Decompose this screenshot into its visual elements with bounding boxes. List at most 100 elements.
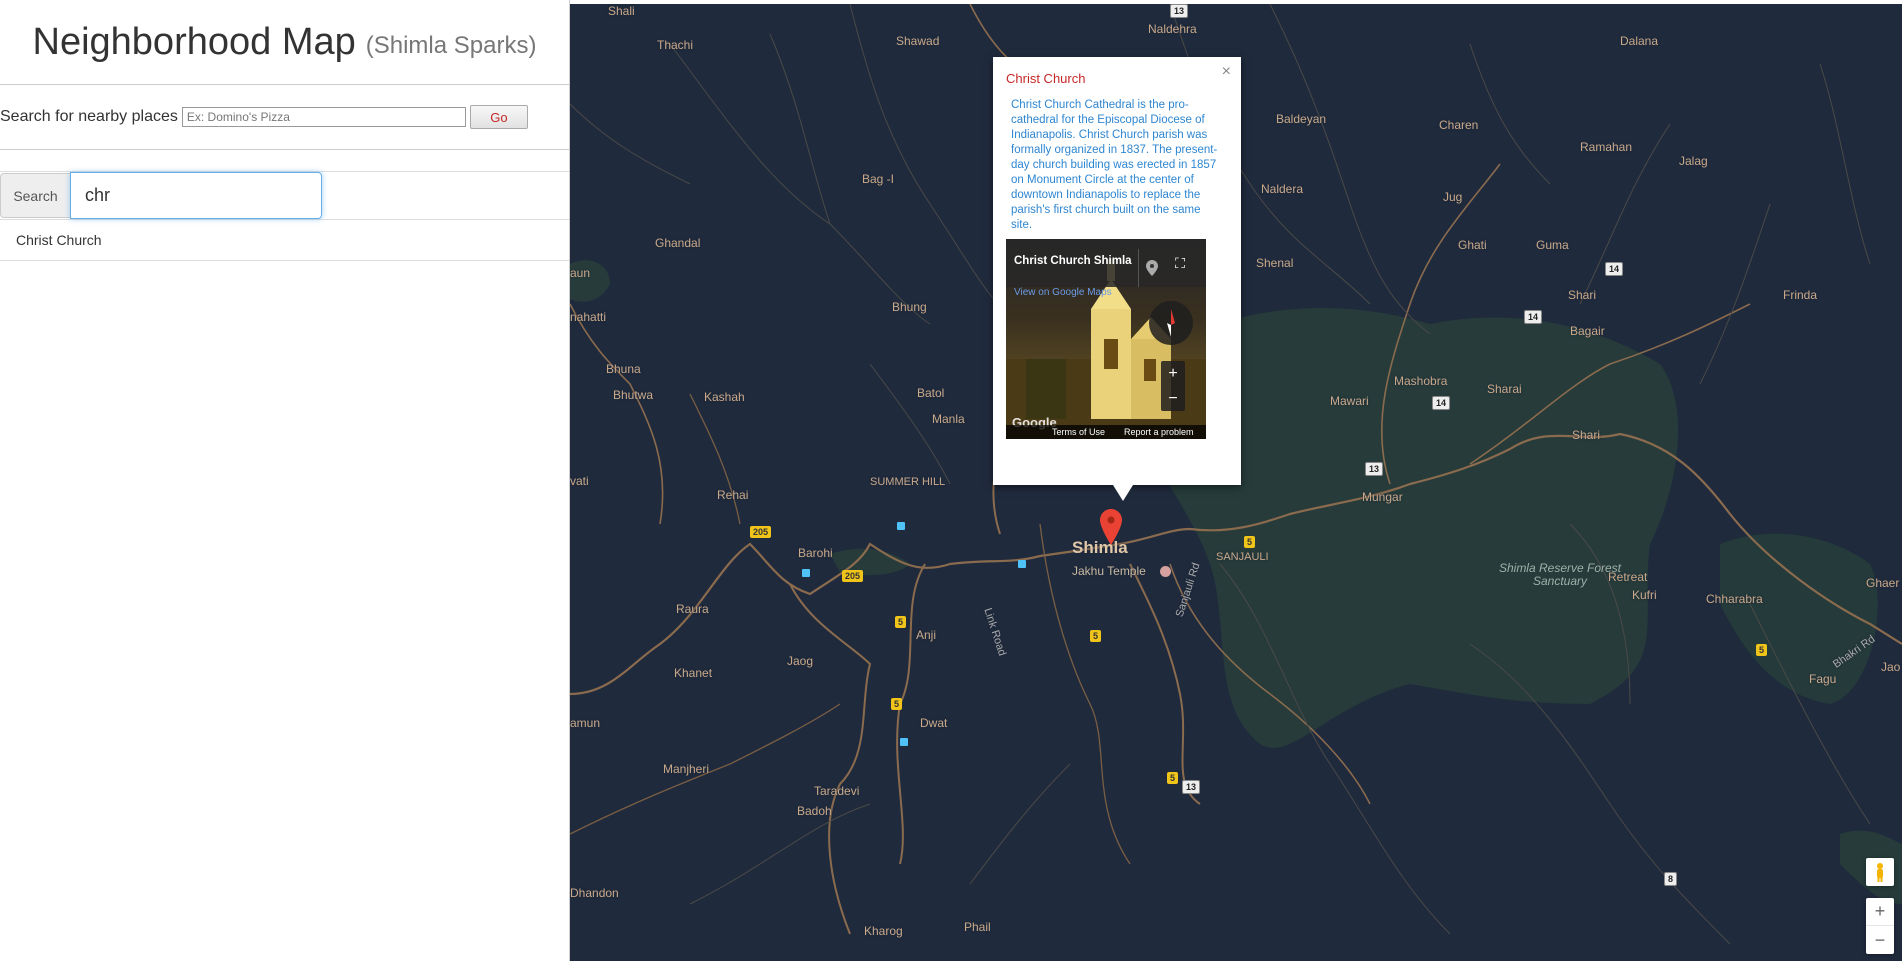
place-label: Dalana <box>1620 34 1659 48</box>
place-label: Raura <box>676 602 709 616</box>
temple-icon <box>1160 566 1171 577</box>
place-label: Jalag <box>1679 154 1708 168</box>
place-label: Sharai <box>1487 382 1522 396</box>
street-view-panorama[interactable]: Christ Church Shimla View on Google Maps… <box>1006 239 1206 439</box>
street-view-zoom-in-button[interactable]: + <box>1161 361 1185 386</box>
pegman-icon[interactable] <box>1866 858 1894 886</box>
forest-label: Shimla Reserve Forest Sanctuary <box>1498 561 1622 588</box>
compass-icon[interactable] <box>1149 301 1193 345</box>
highway-shield: 13 <box>1365 462 1384 476</box>
place-label: Bhuna <box>606 362 641 376</box>
place-label: Thachi <box>657 38 694 52</box>
street-view-title: Christ Church Shimla <box>1014 255 1132 267</box>
place-label: Kharog <box>864 924 903 938</box>
page-subtitle: (Shimla Sparks) <box>365 32 537 59</box>
highway-shield: 5 <box>1167 772 1179 784</box>
search-label: Search <box>0 173 70 218</box>
place-label: Shawad <box>896 34 940 48</box>
highway-shield: 5 <box>891 698 903 710</box>
place-label: Charen <box>1439 118 1479 132</box>
street-view-footer: Terms of Use Report a problem <box>1006 425 1206 439</box>
place-label: Dhandon <box>570 886 619 900</box>
view-on-google-maps-link[interactable]: View on Google Maps <box>1014 287 1112 298</box>
place-label: Mawari <box>1330 394 1369 408</box>
place-label: Anji <box>916 628 937 642</box>
highway-shield: 8 <box>1664 872 1678 886</box>
zoom-in-button[interactable]: + <box>1866 898 1894 926</box>
place-label: Badoh <box>797 804 832 818</box>
place-label: Bhutwa <box>613 388 654 402</box>
place-label: Fagu <box>1809 672 1837 686</box>
place-label: Shari <box>1568 288 1597 302</box>
bus-stop-icon <box>1018 560 1026 568</box>
page-title: Neighborhood Map <box>32 20 356 63</box>
place-label: Dwat <box>920 716 948 730</box>
place-label: Naldehra <box>1148 22 1197 36</box>
highway-shield: 13 <box>1170 4 1189 18</box>
bus-stop-icon <box>900 738 908 746</box>
info-window: × Christ Church Christ Church Cathedral … <box>993 57 1241 501</box>
place-label: Shali <box>608 4 635 18</box>
nearby-search-input[interactable] <box>181 107 466 127</box>
place-label: Manla <box>932 412 965 426</box>
street-view-zoom-out-button[interactable]: − <box>1161 386 1185 411</box>
place-label: Frinda <box>1783 288 1818 302</box>
highway-shield: 13 <box>1182 780 1201 794</box>
place-label: Kashah <box>704 390 745 404</box>
bus-stop-icon <box>802 569 810 577</box>
place-label: aun <box>570 266 591 280</box>
nearby-search-row: Search for nearby places Go <box>0 85 569 150</box>
place-label: Mungar <box>1362 490 1403 504</box>
place-label: Manjheri <box>663 762 710 776</box>
info-window-description: Christ Church Cathedral is the pro-cathe… <box>1011 99 1218 231</box>
place-label: Guma <box>1536 238 1569 252</box>
place-label: Baldeyan <box>1276 112 1327 126</box>
place-label: Ghaer <box>1866 576 1900 590</box>
place-label: Naldera <box>1261 182 1304 196</box>
highway-shield: 14 <box>1605 262 1624 276</box>
terms-of-use-link[interactable]: Terms of Use <box>1052 427 1105 437</box>
place-label: Shenal <box>1256 256 1294 270</box>
place-label: amun <box>570 716 601 730</box>
place-label: Jakhu Temple <box>1072 564 1146 578</box>
highway-shield: 5 <box>895 616 907 628</box>
highway-shield: 5 <box>1244 536 1256 548</box>
place-label: Shari <box>1572 428 1601 442</box>
bus-stop-icon <box>897 522 905 530</box>
report-problem-link[interactable]: Report a problem <box>1124 427 1194 437</box>
map-zoom-control: + − <box>1866 898 1894 954</box>
place-label: Mashobra <box>1394 374 1448 388</box>
highway-shield: 5 <box>1756 644 1768 656</box>
fullscreen-icon[interactable]: ⛶ <box>1166 249 1194 277</box>
highway-shield: 5 <box>1090 630 1102 642</box>
location-pin-icon[interactable] <box>1100 509 1122 545</box>
place-label: Taradevi <box>814 784 860 798</box>
place-label: Khanet <box>674 666 713 680</box>
place-label: Phail <box>964 920 991 934</box>
sidebar: Neighborhood Map (Shimla Sparks) Search … <box>0 0 570 961</box>
place-label: Barohi <box>798 546 833 560</box>
highway-shield: 205 <box>750 526 772 538</box>
street-view-zoom-control: + − <box>1161 361 1185 411</box>
place-label: Jaog <box>787 654 814 668</box>
go-button[interactable]: Go <box>469 105 528 129</box>
list-item[interactable]: Christ Church <box>0 220 569 260</box>
close-icon[interactable]: × <box>1222 63 1231 81</box>
info-window-title: Christ Church <box>1006 71 1086 86</box>
place-label: Bagair <box>1570 324 1605 338</box>
place-label: vati <box>570 474 589 488</box>
location-icon[interactable] <box>1138 249 1165 287</box>
place-label: Bag -I <box>862 172 895 186</box>
result-list: Christ Church <box>0 220 569 261</box>
place-label: nahatti <box>570 310 607 324</box>
place-label: Batol <box>917 386 945 400</box>
zoom-out-button[interactable]: − <box>1866 926 1894 954</box>
header: Neighborhood Map (Shimla Sparks) <box>0 0 569 85</box>
place-label: Bhung <box>892 300 927 314</box>
highway-shield: 14 <box>1432 396 1451 410</box>
filter-input[interactable] <box>70 172 322 219</box>
place-label: Ghandal <box>655 236 701 250</box>
place-label: Jao <box>1881 660 1901 674</box>
place-label: Ghati <box>1458 238 1487 252</box>
place-label: Kufri <box>1632 588 1657 602</box>
